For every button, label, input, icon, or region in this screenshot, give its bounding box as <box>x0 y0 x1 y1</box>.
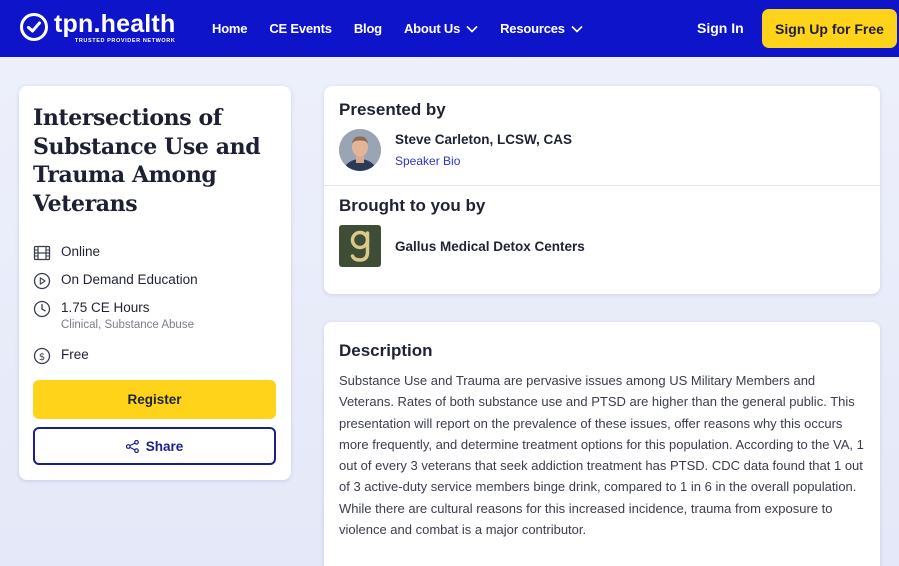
event-summary-card: Intersections of Substance Use and Traum… <box>19 86 291 480</box>
event-categories: Clinical, Substance Abuse <box>61 319 194 331</box>
nav-home[interactable]: Home <box>212 21 248 36</box>
main-nav: Home CE Events Blog About Us Resources <box>212 0 605 57</box>
nav-blog-label: Blog <box>353 21 382 36</box>
event-price: Free <box>61 347 89 362</box>
avatar[interactable] <box>339 129 381 171</box>
brought-to-you-by-heading: Brought to you by <box>339 196 486 215</box>
presenter-name: Steve Carleton, LCSW, CAS <box>395 132 573 147</box>
nav-ce-events-label: CE Events <box>269 21 332 36</box>
logo-tagline: TRUSTED PROVIDER NETWORK <box>74 38 176 44</box>
event-hours: 1.75 CE Hours <box>61 300 150 315</box>
event-hours-row: 1.75 CE Hours Clinical, Substance Abuse <box>33 300 194 331</box>
nav-blog[interactable]: Blog <box>354 21 382 36</box>
play-circle-icon <box>33 272 51 290</box>
svg-text:$: $ <box>39 352 45 363</box>
nav-resources[interactable]: Resources <box>500 21 583 36</box>
presented-by-heading: Presented by <box>339 100 446 119</box>
share-label: Share <box>145 438 184 454</box>
nav-home-label: Home <box>212 21 248 36</box>
sign-up-button[interactable]: Sign Up for Free <box>762 9 897 48</box>
nav-about-us-label: About Us <box>403 21 461 36</box>
event-type-row: On Demand Education <box>33 272 198 290</box>
nav-resources-label: Resources <box>500 21 565 36</box>
nav-about-us[interactable]: About Us <box>404 21 478 36</box>
chevron-down-icon <box>466 25 478 33</box>
description-heading: Description <box>339 341 433 360</box>
clock-icon <box>33 300 51 318</box>
nav-ce-events[interactable]: CE Events <box>269 21 332 36</box>
event-title: Intersections of Substance Use and Traum… <box>33 105 261 217</box>
sign-in-link[interactable]: Sign In <box>697 20 744 36</box>
chevron-down-icon <box>571 25 583 33</box>
speaker-bio-link[interactable]: Speaker Bio <box>395 154 460 168</box>
dollar-circle-icon: $ <box>33 347 51 365</box>
sponsor-name: Gallus Medical Detox Centers <box>395 239 585 254</box>
event-type: On Demand Education <box>61 272 198 287</box>
share-button[interactable]: Share <box>33 427 276 465</box>
logo-wordmark: tpn.health <box>54 10 176 38</box>
register-button[interactable]: Register <box>33 380 276 419</box>
film-icon <box>33 245 51 261</box>
event-format-row: Online <box>33 244 100 262</box>
event-price-row: $ Free <box>33 347 89 365</box>
top-navigation-bar: tpn.health TRUSTED PROVIDER NETWORK Home… <box>0 0 899 57</box>
event-format: Online <box>61 244 101 259</box>
description-body: Substance Use and Trauma are pervasive i… <box>339 373 864 538</box>
sponsor-logo[interactable] <box>339 225 381 267</box>
site-logo[interactable]: tpn.health TRUSTED PROVIDER NETWORK <box>20 11 175 47</box>
presenter-card: Presented by Steve Carleton, LCSW, CAS S… <box>324 86 880 294</box>
section-divider <box>324 185 880 186</box>
description-card: Description Substance Use and Trauma are… <box>324 322 880 566</box>
checkmark-icon <box>20 13 48 41</box>
share-icon <box>125 439 139 453</box>
